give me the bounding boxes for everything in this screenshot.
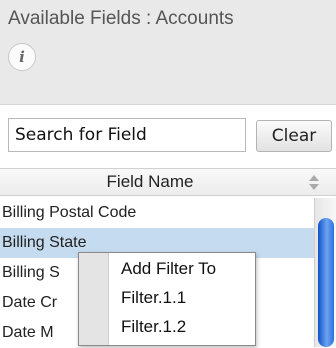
menu-item-filter-1-2[interactable]: Filter.1.2	[121, 317, 186, 337]
panel-header: Available Fields : Accounts i	[0, 0, 336, 105]
column-header-field-name[interactable]: Field Name	[0, 169, 300, 195]
sort-icon[interactable]	[306, 173, 322, 191]
info-icon[interactable]: i	[8, 43, 36, 71]
menu-gutter	[79, 253, 109, 345]
search-input[interactable]: Search for Field	[8, 118, 246, 152]
scrollbar-thumb[interactable]	[318, 218, 334, 347]
panel-title: Available Fields : Accounts	[8, 8, 234, 29]
menu-item-filter-1-1[interactable]: Filter.1.1	[121, 288, 186, 308]
table-header: Field Name	[0, 168, 336, 196]
table-row[interactable]: Billing Postal Code	[0, 198, 314, 228]
menu-title-add-filter-to: Add Filter To	[121, 259, 217, 278]
clear-button[interactable]: Clear	[256, 120, 332, 152]
context-menu: Add Filter To Filter.1.1 Filter.1.2	[78, 252, 256, 346]
